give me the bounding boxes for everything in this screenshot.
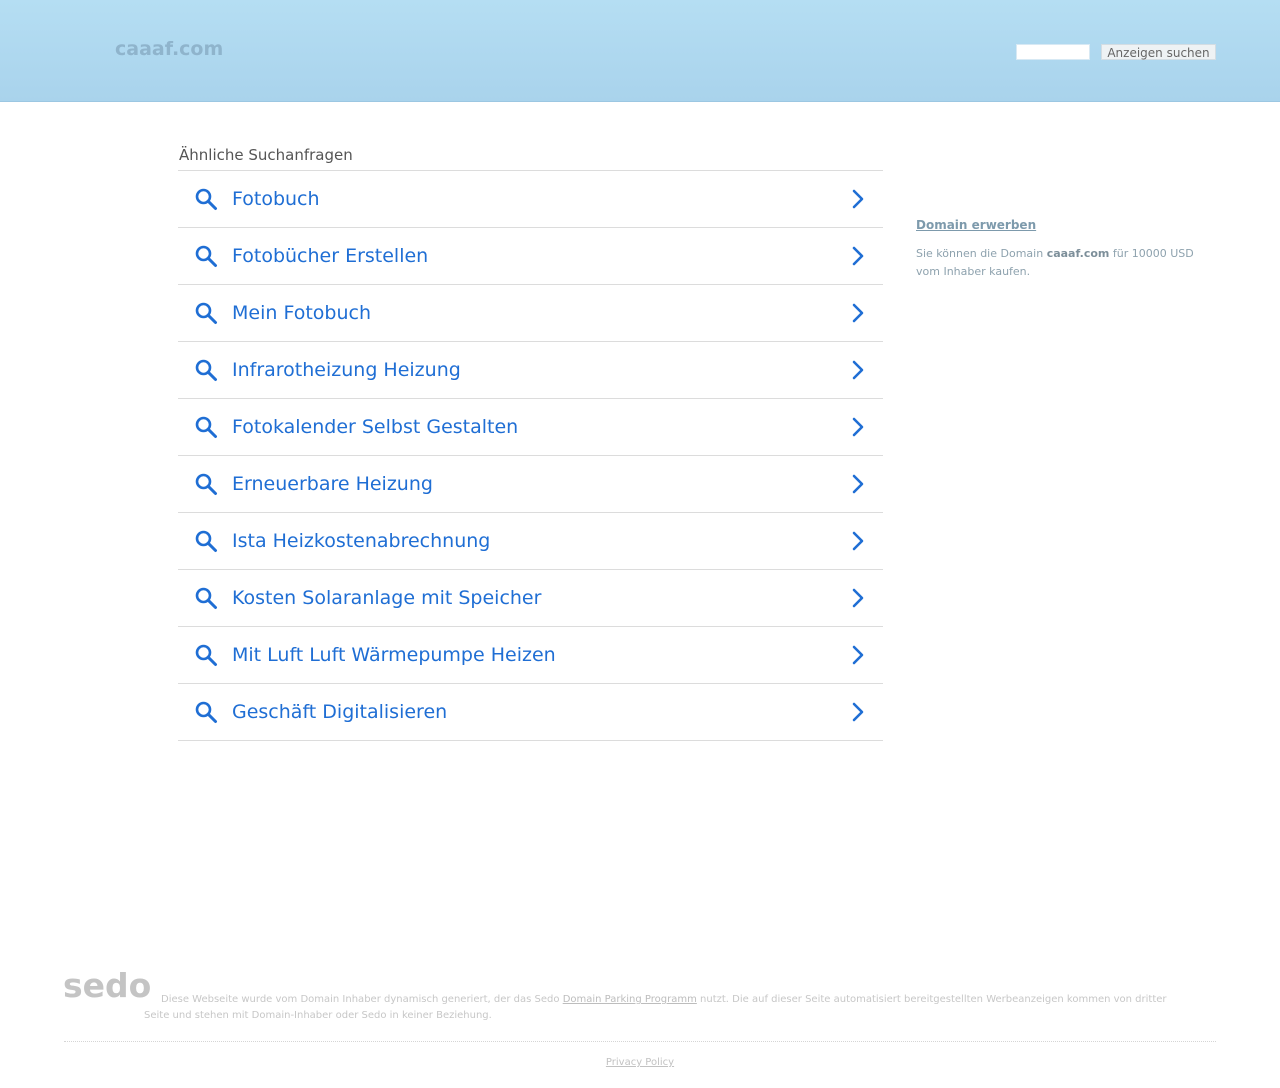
privacy-policy: Privacy Policy (0, 1057, 1280, 1068)
buy-domain-text: Sie können die Domain caaaf.com für 1000… (916, 245, 1206, 281)
search-icon (194, 358, 218, 382)
related-search-item[interactable]: Mit Luft Luft Wärmepumpe Heizen (178, 627, 883, 684)
related-search-label: Erneuerbare Heizung (232, 473, 433, 495)
search-icon (194, 472, 218, 496)
search-icon (194, 415, 218, 439)
related-search-label: Infrarotheizung Heizung (232, 359, 461, 381)
search-icon (194, 700, 218, 724)
chevron-right-icon (848, 531, 868, 551)
related-search-label: Fotobücher Erstellen (232, 245, 429, 267)
footer-disclaimer: Diese Webseite wurde vom Domain Inhaber … (144, 992, 1184, 1024)
related-search-label: Mit Luft Luft Wärmepumpe Heizen (232, 644, 556, 666)
related-search-item[interactable]: Erneuerbare Heizung (178, 456, 883, 513)
related-searches-heading: Ähnliche Suchanfragen (179, 146, 353, 164)
chevron-right-icon (848, 702, 868, 722)
chevron-right-icon (848, 246, 868, 266)
related-search-item[interactable]: Ista Heizkostenabrechnung (178, 513, 883, 570)
related-search-item[interactable]: Geschäft Digitalisieren (178, 684, 883, 741)
related-search-label: Ista Heizkostenabrechnung (232, 530, 491, 552)
header-bar: caaaf.com Anzeigen suchen (0, 0, 1280, 102)
related-search-item[interactable]: Infrarotheizung Heizung (178, 342, 883, 399)
buy-domain-text-before: Sie können die Domain (916, 247, 1047, 260)
related-search-item[interactable]: Fotobuch (178, 171, 883, 228)
search-icon (194, 244, 218, 268)
search-icon (194, 529, 218, 553)
chevron-right-icon (848, 417, 868, 437)
related-search-label: Fotobuch (232, 188, 320, 210)
search-icon (194, 301, 218, 325)
chevron-right-icon (848, 189, 868, 209)
related-search-label: Geschäft Digitalisieren (232, 701, 448, 723)
chevron-right-icon (848, 474, 868, 494)
site-name[interactable]: caaaf.com (115, 38, 223, 60)
search-icon (194, 187, 218, 211)
footer-text-before: Diese Webseite wurde vom Domain Inhaber … (161, 994, 563, 1005)
search-icon (194, 643, 218, 667)
related-search-label: Mein Fotobuch (232, 302, 371, 324)
domain-parking-link[interactable]: Domain Parking Programm (563, 994, 697, 1005)
related-search-item[interactable]: Mein Fotobuch (178, 285, 883, 342)
related-search-item[interactable]: Fotobücher Erstellen (178, 228, 883, 285)
related-searches-list: Fotobuch Fotobücher Erstellen Mein Fotobuc… (178, 170, 883, 741)
chevron-right-icon (848, 645, 868, 665)
related-search-item[interactable]: Kosten Solaranlage mit Speicher (178, 570, 883, 627)
related-search-label: Fotokalender Selbst Gestalten (232, 416, 519, 438)
chevron-right-icon (848, 360, 868, 380)
privacy-policy-link[interactable]: Privacy Policy (606, 1057, 674, 1068)
buy-domain-name: caaaf.com (1046, 247, 1110, 260)
search-icon (194, 586, 218, 610)
chevron-right-icon (848, 588, 868, 608)
search-button[interactable]: Anzeigen suchen (1101, 44, 1216, 60)
footer-divider (64, 1041, 1216, 1042)
related-search-item[interactable]: Fotokalender Selbst Gestalten (178, 399, 883, 456)
chevron-right-icon (848, 303, 868, 323)
buy-domain-link[interactable]: Domain erwerben (916, 218, 1036, 232)
search-input[interactable] (1016, 44, 1090, 60)
sedo-logo[interactable]: sedo (63, 966, 151, 1005)
related-search-label: Kosten Solaranlage mit Speicher (232, 587, 542, 609)
